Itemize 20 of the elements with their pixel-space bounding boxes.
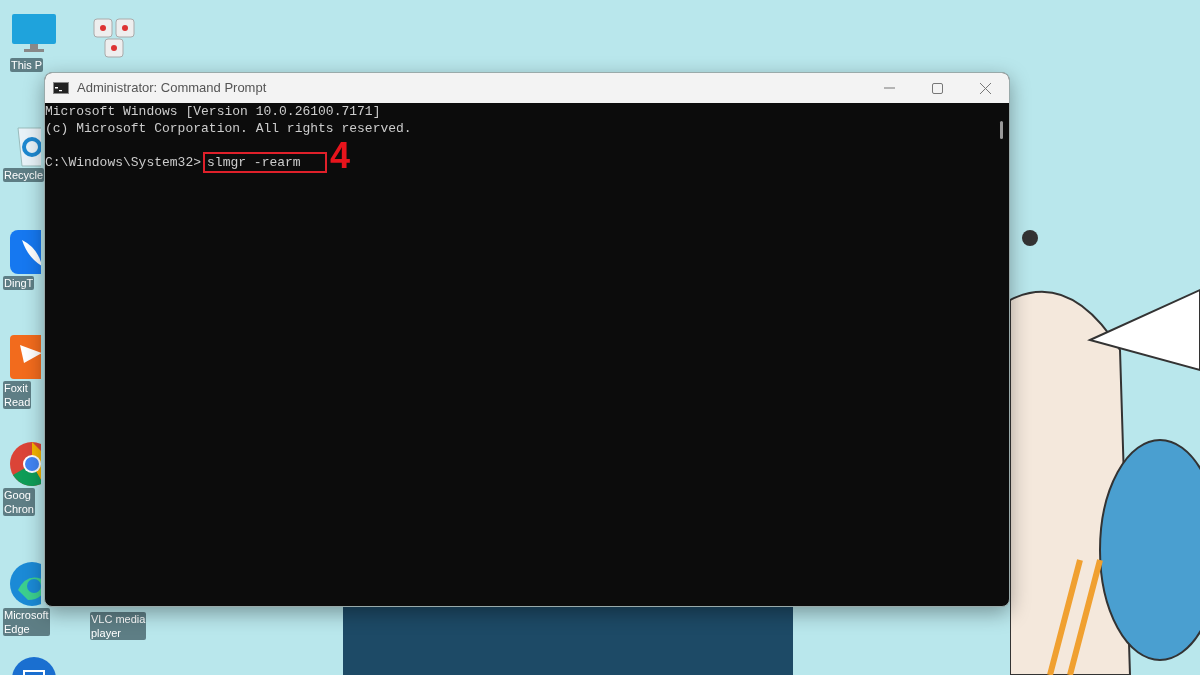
desktop-icon-label[interactable]: VLC media player bbox=[90, 612, 147, 640]
minimize-icon bbox=[883, 87, 895, 89]
console-output-line: (c) Microsoft Corporation. All rights reserved. bbox=[45, 120, 413, 137]
maximize-icon bbox=[931, 82, 943, 94]
desktop-icon-label[interactable]: DingT bbox=[3, 276, 35, 290]
desktop-icon-label[interactable]: Microsoft Edge bbox=[3, 608, 50, 636]
close-icon bbox=[979, 82, 991, 94]
mail-icon[interactable] bbox=[10, 655, 58, 675]
foxit-icon[interactable] bbox=[8, 333, 41, 381]
typed-command: slmgr -rearm bbox=[203, 152, 327, 173]
window-title: Administrator: Command Prompt bbox=[77, 79, 267, 98]
desktop-icon-label[interactable]: This P bbox=[10, 58, 44, 72]
step-number: 4 bbox=[330, 136, 351, 176]
console-icon bbox=[53, 82, 69, 94]
bird-icon[interactable] bbox=[8, 228, 41, 276]
desktop-icon-label[interactable]: Recycle bbox=[3, 168, 45, 182]
desktop-icon-label[interactable]: Goog Chron bbox=[3, 488, 35, 516]
command-prompt-path: C:\Windows\System32> bbox=[45, 155, 202, 170]
desktop-icon-label[interactable]: Foxit Read bbox=[3, 381, 32, 409]
console-output-line: Microsoft Windows [Version 10.0.26100.7171] bbox=[45, 103, 382, 120]
